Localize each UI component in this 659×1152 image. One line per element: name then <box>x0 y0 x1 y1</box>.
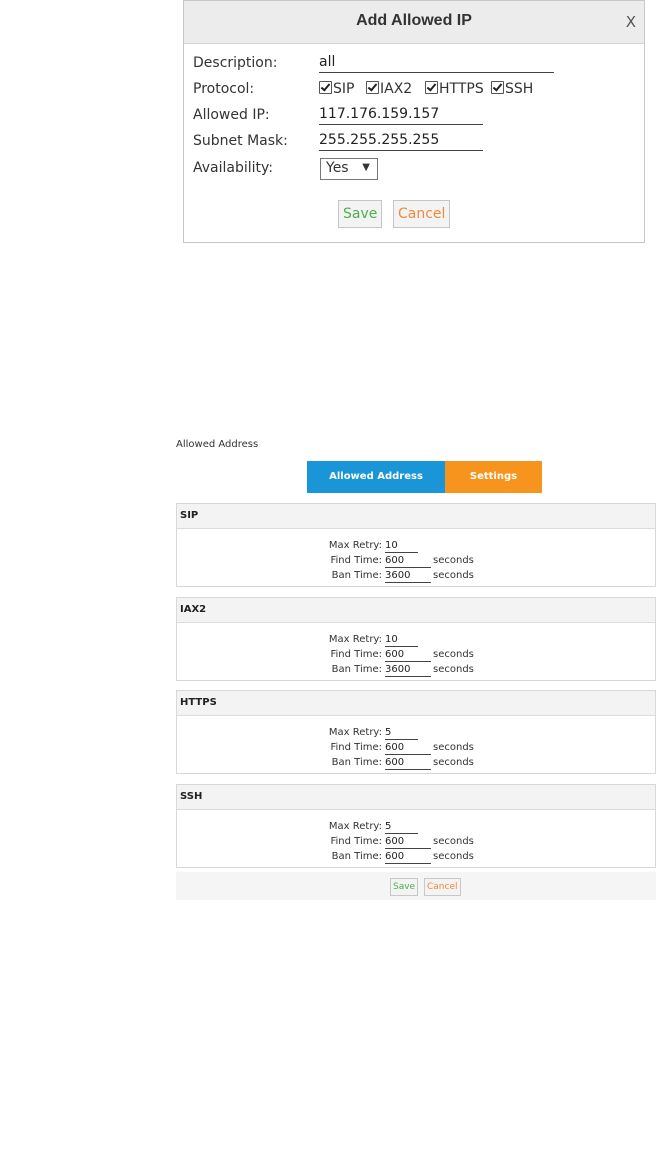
description-label: Description: <box>193 55 278 71</box>
ssh-max-retry-input[interactable] <box>385 820 418 834</box>
sip-find-time-input[interactable] <box>385 554 431 568</box>
protocol-ssh-label: SSH <box>505 81 534 97</box>
panel-cancel-button[interactable]: Cancel <box>424 878 461 896</box>
max-retry-label: Max Retry: <box>328 821 382 832</box>
find-time-row: Find Time: seconds <box>177 835 655 850</box>
availability-label: Availability: <box>193 160 274 176</box>
sip-max-retry-input[interactable] <box>385 539 418 553</box>
iax2-find-time-input[interactable] <box>385 648 431 662</box>
section-title: SSH <box>177 785 655 810</box>
allowed-ip-label: Allowed IP: <box>193 107 270 123</box>
ban-time-row: Ban Time: seconds <box>177 663 655 678</box>
seconds-label: seconds <box>433 742 474 753</box>
section-ssh: SSH Max Retry: Find Time: seconds Ban Ti… <box>176 784 656 868</box>
max-retry-row: Max Retry: <box>177 633 655 648</box>
availability-value: Yes <box>326 160 349 176</box>
seconds-label: seconds <box>433 570 474 581</box>
dialog-header: Add Allowed IP X <box>184 1 644 44</box>
https-max-retry-input[interactable] <box>385 726 418 740</box>
subnet-mask-label: Subnet Mask: <box>193 133 288 149</box>
ban-time-row: Ban Time: seconds <box>177 850 655 865</box>
protocol-iax2-label: IAX2 <box>380 81 413 97</box>
max-retry-row: Max Retry: <box>177 820 655 835</box>
ssh-find-time-input[interactable] <box>385 835 431 849</box>
seconds-label: seconds <box>433 757 474 768</box>
max-retry-label: Max Retry: <box>328 634 382 645</box>
dropdown-arrow-icon: ▼ <box>362 162 370 173</box>
seconds-label: seconds <box>433 649 474 660</box>
allowed-ip-row: Allowed IP: <box>193 105 633 127</box>
ban-time-label: Ban Time: <box>331 757 382 768</box>
tab-allowed-address[interactable]: Allowed Address <box>307 461 445 493</box>
ban-time-row: Ban Time: seconds <box>177 756 655 771</box>
description-row: Description: <box>193 53 633 75</box>
find-time-row: Find Time: seconds <box>177 741 655 756</box>
checkbox-checked-icon <box>319 81 332 94</box>
seconds-label: seconds <box>433 851 474 862</box>
protocol-row: Protocol: SIP IAX2 HTTPS SSH <box>193 79 633 101</box>
seconds-label: seconds <box>433 664 474 675</box>
max-retry-label: Max Retry: <box>328 727 382 738</box>
max-retry-label: Max Retry: <box>328 540 382 551</box>
ban-time-row: Ban Time: seconds <box>177 569 655 584</box>
iax2-max-retry-input[interactable] <box>385 633 418 647</box>
find-time-row: Find Time: seconds <box>177 648 655 663</box>
max-retry-row: Max Retry: <box>177 726 655 741</box>
find-time-label: Find Time: <box>330 742 382 753</box>
add-allowed-ip-dialog: Add Allowed IP X Description: Protocol: … <box>183 0 645 243</box>
sip-ban-time-input[interactable] <box>385 569 431 583</box>
protocol-https-checkbox[interactable]: HTTPS <box>425 81 484 97</box>
ban-time-label: Ban Time: <box>331 851 382 862</box>
subnet-mask-input[interactable] <box>319 131 483 151</box>
https-ban-time-input[interactable] <box>385 756 431 770</box>
protocol-iax2-checkbox[interactable]: IAX2 <box>366 81 412 97</box>
ssh-ban-time-input[interactable] <box>385 850 431 864</box>
page-title: Allowed Address <box>176 439 259 450</box>
protocol-ssh-checkbox[interactable]: SSH <box>491 81 533 97</box>
dialog-cancel-button[interactable]: Cancel <box>393 200 451 228</box>
tab-settings[interactable]: Settings <box>445 461 542 493</box>
checkbox-checked-icon <box>491 81 504 94</box>
seconds-label: seconds <box>433 555 474 566</box>
panel-save-button[interactable]: Save <box>390 878 419 896</box>
iax2-ban-time-input[interactable] <box>385 663 431 677</box>
max-retry-row: Max Retry: <box>177 539 655 554</box>
protocol-sip-label: SIP <box>333 81 355 97</box>
close-icon[interactable]: X <box>626 13 636 31</box>
section-title: HTTPS <box>177 691 655 716</box>
protocol-https-label: HTTPS <box>439 81 484 97</box>
seconds-label: seconds <box>433 836 474 847</box>
section-sip: SIP Max Retry: Find Time: seconds Ban Ti… <box>176 503 656 587</box>
find-time-row: Find Time: seconds <box>177 554 655 569</box>
find-time-label: Find Time: <box>330 836 382 847</box>
find-time-label: Find Time: <box>330 649 382 660</box>
availability-select[interactable]: Yes ▼ <box>320 158 378 180</box>
https-find-time-input[interactable] <box>385 741 431 755</box>
availability-row: Availability: Yes ▼ <box>193 158 633 180</box>
protocol-label: Protocol: <box>193 81 255 97</box>
allowed-ip-input[interactable] <box>319 105 483 125</box>
checkbox-checked-icon <box>425 81 438 94</box>
dialog-title: Add Allowed IP <box>356 12 472 29</box>
dialog-save-button[interactable]: Save <box>338 200 383 228</box>
section-title: SIP <box>177 504 655 529</box>
subnet-mask-row: Subnet Mask: <box>193 131 633 153</box>
description-input[interactable] <box>319 53 554 73</box>
ban-time-label: Ban Time: <box>331 664 382 675</box>
find-time-label: Find Time: <box>330 555 382 566</box>
ban-time-label: Ban Time: <box>331 570 382 581</box>
checkbox-checked-icon <box>366 81 379 94</box>
protocol-sip-checkbox[interactable]: SIP <box>319 81 354 97</box>
section-title: IAX2 <box>177 598 655 623</box>
section-iax2: IAX2 Max Retry: Find Time: seconds Ban T… <box>176 597 656 681</box>
section-https: HTTPS Max Retry: Find Time: seconds Ban … <box>176 690 656 774</box>
